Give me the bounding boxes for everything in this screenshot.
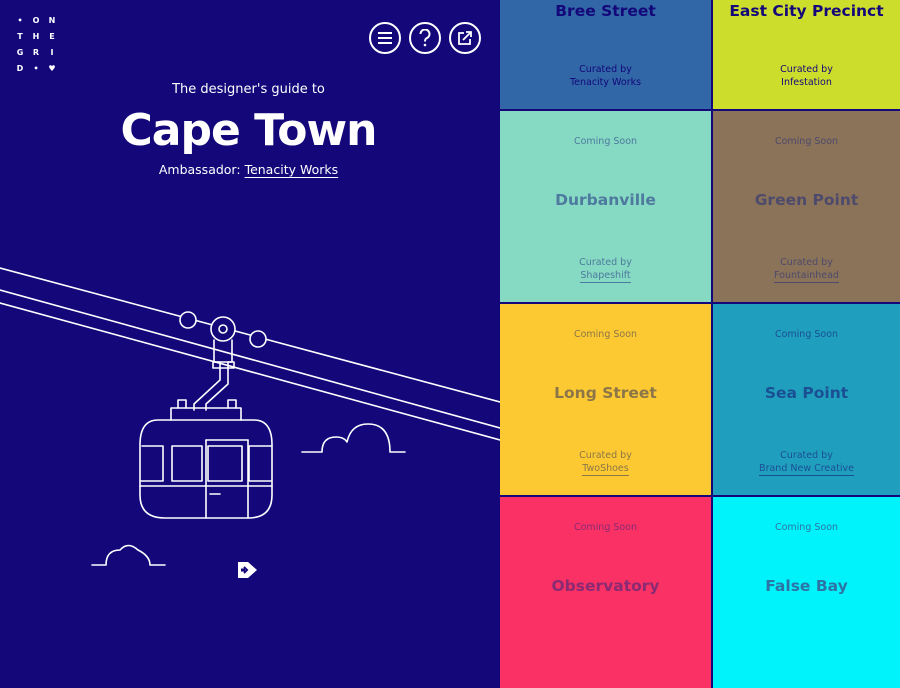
- coming-soon-label: Coming Soon: [774, 522, 839, 533]
- curator-container: Brand New Creative: [713, 463, 900, 476]
- curator-container: Fountainhead: [713, 270, 900, 283]
- curated-by-label: Curated by: [780, 64, 833, 75]
- arrow-logo-icon[interactable]: [237, 561, 259, 583]
- curator-container: Infestation: [713, 77, 900, 88]
- curator-container: TwoShoes: [500, 463, 711, 476]
- neighbourhood-tile[interactable]: Coming Soon Durbanville Curated by Shapeshi…: [500, 111, 711, 302]
- tile-title: Sea Point: [764, 384, 849, 402]
- neighbourhood-tile[interactable]: Coming Soon Sea Point Curated by Brand New …: [713, 304, 900, 495]
- guide-panel: • O N T H E G R I D • ♥ The designer's g…: [0, 0, 500, 600]
- neighbourhood-tile[interactable]: Coming Soon False Bay: [713, 497, 900, 688]
- curated-by-label: Curated by: [780, 257, 833, 268]
- tile-title: Bree Street: [555, 2, 656, 20]
- coming-soon-label: Coming Soon: [573, 522, 638, 533]
- neighbourhood-tile[interactable]: Coming Soon Green Point Curated by Fountain…: [713, 111, 900, 302]
- coming-soon-label: Coming Soon: [774, 136, 839, 147]
- curator-link[interactable]: Tenacity Works: [570, 77, 641, 89]
- coming-soon-label: Coming Soon: [573, 329, 638, 340]
- tile-title: Observatory: [551, 577, 660, 595]
- cable-car-illustration: [0, 267, 500, 566]
- curator-link[interactable]: Brand New Creative: [759, 463, 854, 476]
- neighbourhood-grid: Bree Street Curated by Tenacity Works East …: [500, 0, 900, 688]
- tile-title: East City Precinct: [729, 2, 884, 20]
- curated-by-label: Curated by: [579, 450, 632, 461]
- curator-link[interactable]: Shapeshift: [580, 270, 631, 283]
- tile-title: Green Point: [754, 191, 859, 209]
- coming-soon-label: Coming Soon: [774, 329, 839, 340]
- neighbourhood-tile[interactable]: East City Precinct Curated by Infestation: [713, 0, 900, 109]
- arrow-logo-icon-shape: [238, 562, 257, 578]
- curator-link[interactable]: Infestation: [781, 77, 832, 89]
- tile-title: Durbanville: [555, 191, 656, 209]
- tile-title: Long Street: [554, 384, 657, 402]
- curator-link[interactable]: TwoShoes: [582, 463, 629, 476]
- curated-by-label: Curated by: [780, 450, 833, 461]
- curated-by-label: Curated by: [579, 257, 632, 268]
- neighbourhood-tile[interactable]: Coming Soon Observatory: [500, 497, 711, 688]
- curator-container: Shapeshift: [500, 270, 711, 283]
- curator-link[interactable]: Fountainhead: [774, 270, 839, 283]
- coming-soon-label: Coming Soon: [573, 136, 638, 147]
- neighbourhood-tile[interactable]: Coming Soon Long Street Curated by TwoShoes: [500, 304, 711, 495]
- curator-container: Tenacity Works: [500, 77, 711, 88]
- neighbourhood-tile[interactable]: Bree Street Curated by Tenacity Works: [500, 0, 711, 109]
- tile-title: False Bay: [765, 577, 848, 595]
- curated-by-label: Curated by: [579, 64, 632, 75]
